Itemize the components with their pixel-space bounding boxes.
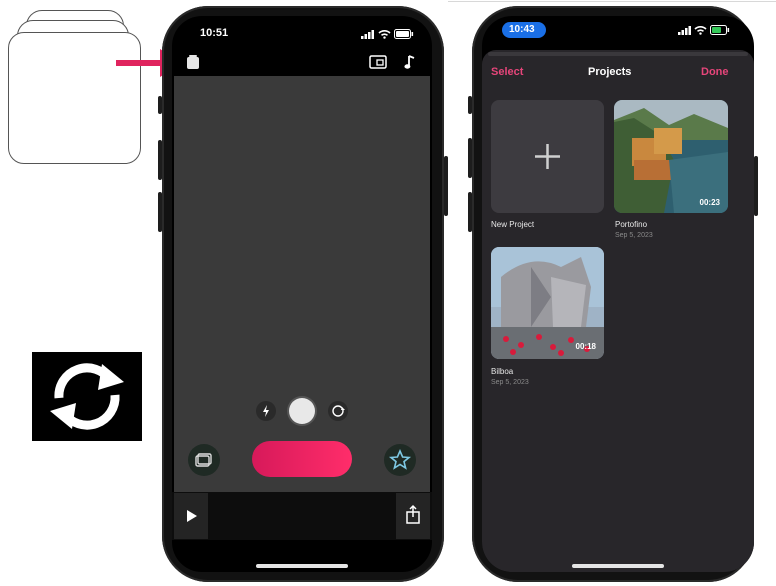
battery-charging-icon: [710, 25, 730, 35]
side-button: [444, 156, 448, 216]
project-name: Portofino: [615, 220, 648, 229]
select-button[interactable]: Select: [491, 66, 523, 78]
plus-icon: [535, 144, 560, 169]
status-time: 10:43: [509, 24, 535, 35]
side-button: [468, 138, 472, 178]
music-icon[interactable]: [404, 54, 416, 70]
signal-icon: [678, 26, 691, 35]
duration-label: 00:23: [699, 198, 720, 207]
flip-camera-icon[interactable]: [328, 401, 348, 421]
wifi-icon: [694, 26, 707, 35]
project-thumbnail-portofino[interactable]: 00:23: [614, 100, 728, 213]
status-time: 10:51: [200, 27, 229, 39]
star-icon[interactable]: [384, 444, 416, 476]
done-button[interactable]: Done: [701, 66, 729, 78]
signal-icon: [361, 30, 374, 39]
project-name: Bilboa: [491, 367, 514, 376]
dynamic-island: [265, 22, 339, 40]
refresh-icon: [32, 352, 142, 441]
camera-screen: 10:51: [172, 16, 432, 572]
projects-icon[interactable]: [186, 54, 200, 70]
top-divider: [448, 1, 776, 2]
play-button[interactable]: [174, 493, 208, 539]
new-project-tile[interactable]: [491, 100, 604, 213]
side-button: [158, 96, 162, 114]
projects-screen: 10:43 Select Projects Done New Project 0…: [482, 16, 754, 572]
wifi-icon: [378, 30, 391, 39]
side-button: [158, 140, 162, 180]
project-date: Sep 5, 2023: [491, 379, 529, 386]
record-button[interactable]: [252, 441, 352, 477]
camera-viewfinder[interactable]: [174, 76, 430, 492]
project-name: New Project: [491, 220, 535, 229]
side-button: [468, 192, 472, 232]
battery-icon: [394, 29, 414, 39]
projects-sheet: Select Projects Done New Project 00:23 P…: [482, 50, 754, 572]
home-indicator: [572, 564, 664, 568]
duration-label: 00:18: [575, 342, 596, 351]
side-button: [468, 96, 472, 114]
shutter-button[interactable]: [289, 398, 315, 424]
project-thumbnail-bilboa[interactable]: 00:18: [491, 247, 604, 359]
side-button: [158, 192, 162, 232]
dynamic-island: [590, 21, 662, 37]
home-indicator: [256, 564, 348, 568]
side-button: [754, 156, 758, 216]
photo-library-icon[interactable]: [188, 444, 220, 476]
sheet-grabber-bar: [488, 52, 748, 56]
flash-icon[interactable]: [256, 401, 276, 421]
project-date: Sep 5, 2023: [615, 232, 653, 239]
page-title: Projects: [588, 66, 632, 78]
play-bar: [172, 492, 432, 540]
aspect-ratio-icon[interactable]: [369, 55, 387, 69]
share-button[interactable]: [396, 493, 430, 539]
